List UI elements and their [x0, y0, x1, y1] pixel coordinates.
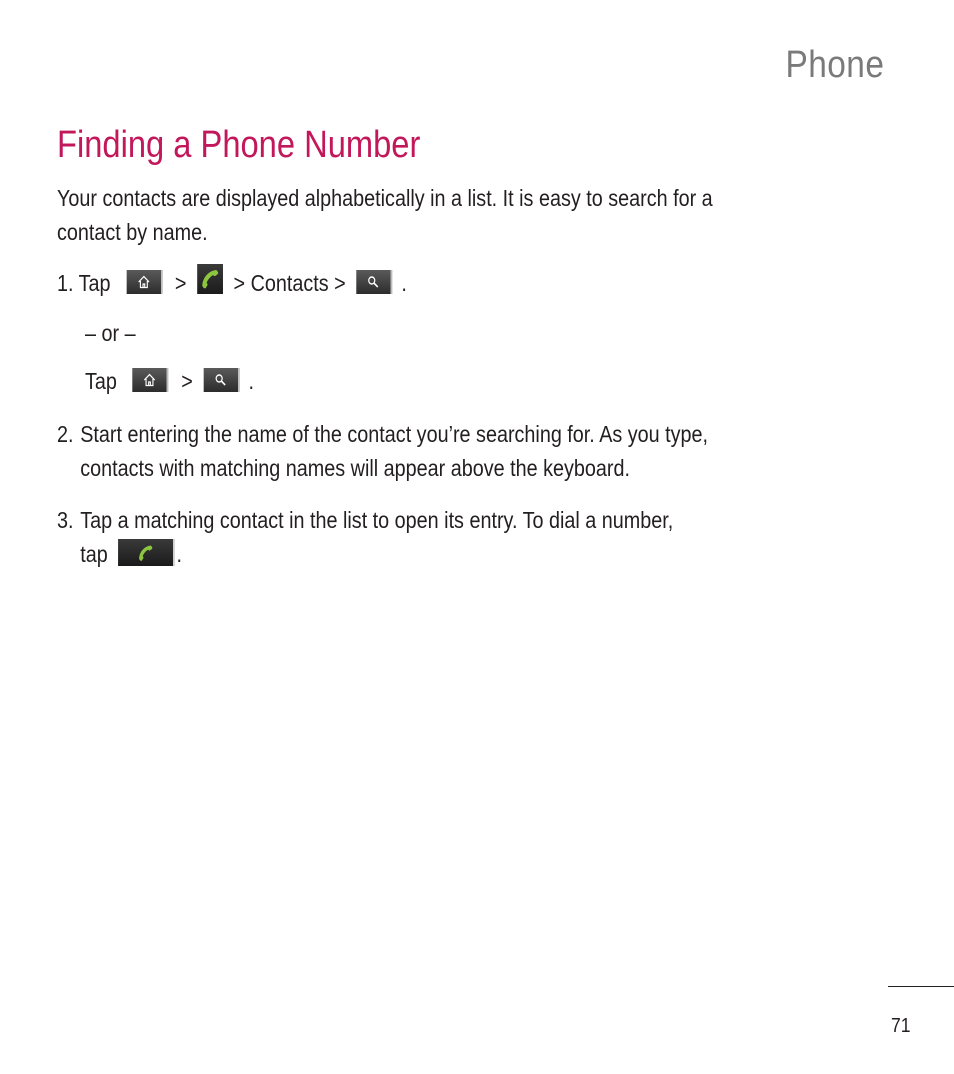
- step-3-number: 3.: [57, 507, 74, 533]
- call-button-icon: [118, 539, 175, 567]
- page-title: Finding a Phone Number: [57, 124, 421, 166]
- phone-app-icon: [197, 263, 223, 294]
- step-3-end: .: [176, 541, 183, 567]
- contacts-label: Contacts: [250, 270, 329, 296]
- footer-rule: [888, 986, 954, 987]
- step-1-alternative: Tap > .: [85, 364, 254, 398]
- step-1: 1. Tap > > Contacts > .: [57, 263, 407, 300]
- separator: >: [334, 270, 346, 296]
- step-1-tap: Tap: [78, 270, 111, 296]
- step-2-line-1: Start entering the name of the contact y…: [80, 421, 709, 447]
- home-key-icon: [132, 367, 169, 392]
- alt-tap: Tap: [85, 368, 117, 394]
- search-key-icon: [356, 269, 393, 294]
- step-1-number: 1.: [57, 270, 74, 296]
- step-2: 2. Start entering the name of the contact…: [57, 417, 708, 485]
- or-divider: – or –: [85, 320, 136, 346]
- search-key-icon: [203, 367, 240, 392]
- step-3: 3. Tap a matching contact in the list to …: [57, 503, 673, 571]
- step-2-number: 2.: [57, 421, 74, 447]
- separator: >: [174, 270, 187, 296]
- page-number: 71: [891, 1015, 911, 1037]
- intro-line-2: contact by name.: [57, 219, 208, 245]
- step-3-line-1: Tap a matching contact in the list to op…: [80, 507, 674, 533]
- intro-line-1: Your contacts are displayed alphabetical…: [57, 185, 713, 211]
- step-2-line-2: contacts with matching names will appear…: [80, 455, 630, 481]
- alt-end: .: [248, 368, 254, 394]
- step-3-line-2: tap: [80, 541, 108, 567]
- intro-paragraph: Your contacts are displayed alphabetical…: [57, 181, 713, 249]
- step-1-end: .: [401, 270, 407, 296]
- home-key-icon: [126, 269, 163, 294]
- separator: >: [233, 270, 246, 296]
- separator: >: [181, 368, 193, 394]
- section-header: Phone: [785, 44, 884, 86]
